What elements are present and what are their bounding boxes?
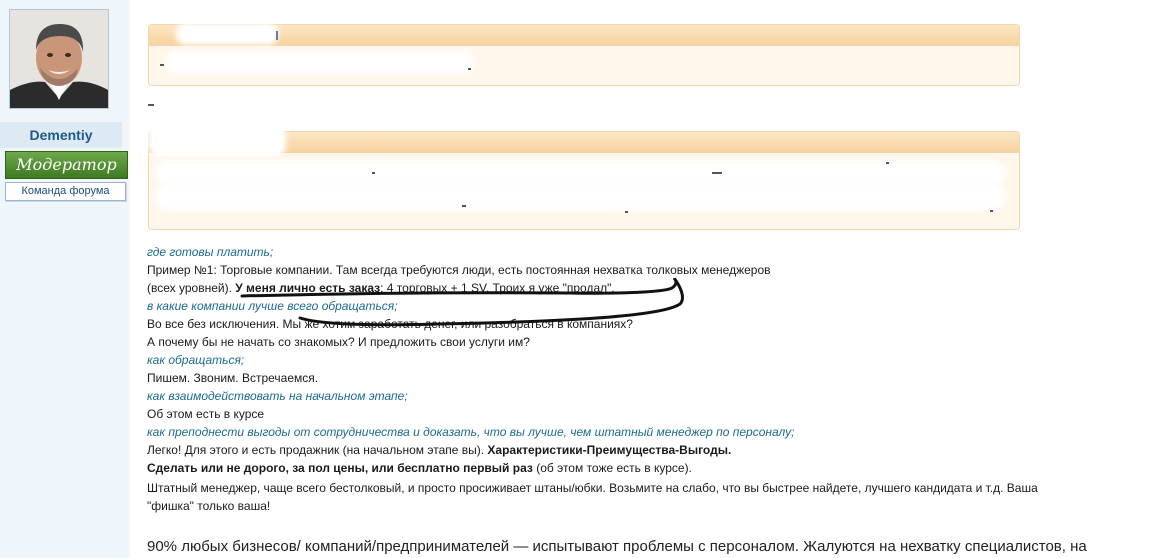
post-question: как взаимодействовать на начальном этапе… bbox=[147, 389, 408, 403]
post-text: (всех уровней). bbox=[147, 281, 236, 295]
redacted-block bbox=[468, 68, 471, 70]
redacted-block bbox=[152, 128, 282, 152]
post-question: как преподнести выгоды от сотрудничества… bbox=[147, 425, 795, 439]
redacted-block bbox=[148, 104, 154, 106]
avatar[interactable] bbox=[9, 9, 109, 109]
redacted-block bbox=[170, 55, 470, 69]
team-link[interactable]: Команда форума bbox=[5, 182, 126, 201]
redacted-block bbox=[276, 31, 278, 40]
redacted-block bbox=[160, 165, 1000, 181]
post-text: (об этом тоже есть в курсе). bbox=[532, 461, 692, 475]
post-text: Пример №1: Торговые компании. Там всегда… bbox=[147, 263, 771, 277]
post-text: Легко! Для этого и есть продажник (на на… bbox=[147, 443, 488, 457]
post-text: Пишем. Звоним. Встречаемся. bbox=[147, 371, 319, 385]
redacted-block bbox=[160, 188, 1000, 206]
redacted-block bbox=[625, 211, 628, 213]
redacted-block bbox=[990, 210, 993, 212]
redacted-block bbox=[886, 162, 889, 164]
handdrawn-underline-icon bbox=[240, 278, 684, 327]
post-question: где готовы платить; bbox=[147, 245, 274, 259]
redacted-block bbox=[160, 64, 164, 66]
username[interactable]: Dementiy bbox=[0, 127, 122, 143]
user-panel-edge bbox=[128, 0, 130, 558]
post-text: Об этом есть в курсе bbox=[147, 407, 265, 421]
redacted-block bbox=[712, 172, 722, 174]
post-paragraph: 90% любых бизнесов/ компаний/предпринима… bbox=[147, 538, 1087, 555]
post-text: "фишка" только ваша! bbox=[147, 499, 271, 513]
rank-badge: Модератор bbox=[5, 151, 128, 179]
redacted-block bbox=[372, 172, 375, 174]
quote-header bbox=[149, 25, 1019, 46]
post-text: Штатный менеджер, чаще всего бестолковый… bbox=[147, 481, 1038, 495]
post-question: как обращаться; bbox=[147, 353, 245, 367]
redacted-block bbox=[180, 27, 274, 41]
post-bold-text: Сделать или не дорого, за пол цены, или … bbox=[147, 461, 533, 475]
post-bold-text: Характеристики-Преимущества-Выгоды. bbox=[487, 443, 732, 457]
post-text-mixed: Легко! Для этого и есть продажник (на на… bbox=[147, 441, 731, 459]
post-text-mixed: Сделать или не дорого, за пол цены, или … bbox=[147, 459, 692, 477]
avatar-photo-icon bbox=[10, 10, 108, 108]
redacted-block bbox=[158, 99, 598, 113]
redacted-block bbox=[462, 205, 466, 207]
